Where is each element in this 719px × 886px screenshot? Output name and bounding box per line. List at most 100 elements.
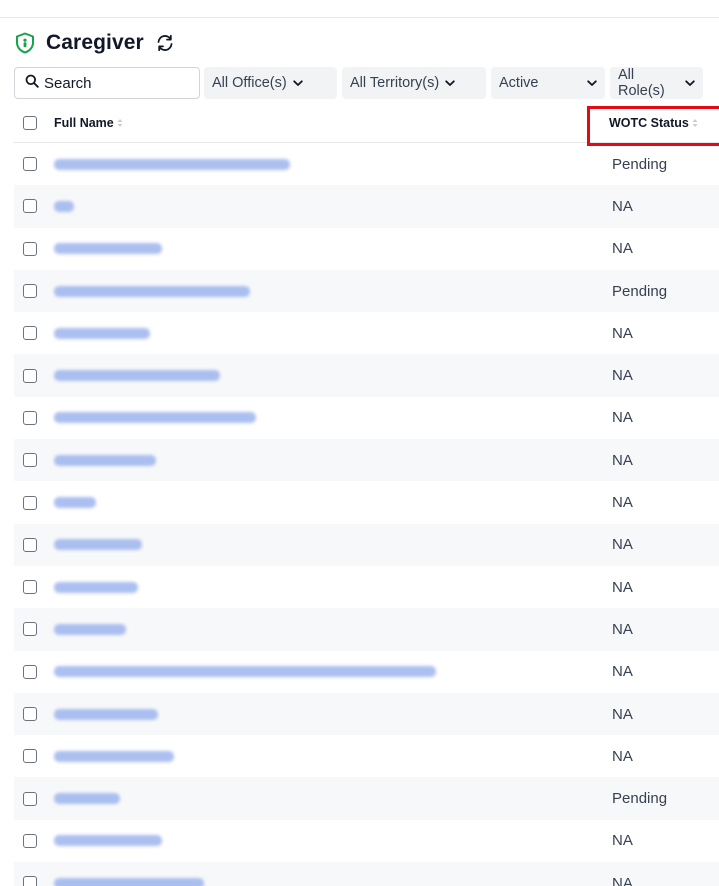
top-strip <box>0 0 719 18</box>
wotc-status-cell: NA <box>612 705 633 723</box>
row-checkbox[interactable] <box>23 284 37 299</box>
status-filter-label: Active <box>499 75 539 91</box>
row-checkbox[interactable] <box>23 368 37 383</box>
table-row: NA <box>14 692 719 736</box>
page-header: Caregiver <box>14 28 176 58</box>
role-filter-label: All Role(s) <box>618 67 665 99</box>
redacted-text <box>54 497 96 509</box>
table-row: Pending <box>14 777 719 820</box>
caregiver-name-link-redacted[interactable] <box>54 326 150 340</box>
wotc-status-cell: NA <box>612 451 633 469</box>
redacted-text <box>54 412 256 424</box>
caregiver-name-link-redacted[interactable] <box>54 792 120 806</box>
status-filter-select[interactable]: Active <box>491 67 605 99</box>
wotc-status-cell: NA <box>612 874 633 886</box>
search-placeholder: Search <box>44 74 92 92</box>
wotc-status-cell: NA <box>612 578 633 596</box>
chevron-down-icon <box>445 79 455 87</box>
sort-icon <box>117 118 123 128</box>
redacted-text <box>54 200 74 212</box>
row-checkbox[interactable] <box>23 410 37 425</box>
caregiver-name-link-redacted[interactable] <box>54 665 436 679</box>
wotc-status-cell: NA <box>612 536 633 554</box>
column-header-label: WOTC Status <box>609 115 689 130</box>
select-all-checkbox[interactable] <box>23 115 37 130</box>
wotc-status-cell: Pending <box>612 790 668 808</box>
row-checkbox[interactable] <box>23 833 37 848</box>
row-checkbox[interactable] <box>23 876 37 886</box>
office-filter-dropdown[interactable]: All Office(s) <box>204 67 337 99</box>
table-row: NA <box>14 566 719 608</box>
column-header-wotc-status[interactable]: WOTC Status <box>609 116 698 130</box>
table-row: NA <box>14 312 719 354</box>
redacted-text <box>54 539 142 551</box>
row-checkbox[interactable] <box>23 157 37 172</box>
caregiver-name-link-redacted[interactable] <box>54 622 126 636</box>
wotc-status-cell: NA <box>612 663 633 681</box>
table-row: Pending <box>14 143 719 185</box>
row-checkbox[interactable] <box>23 453 37 468</box>
chevron-down-icon <box>685 79 695 87</box>
caregiver-name-link-redacted[interactable] <box>54 834 162 848</box>
shield-icon <box>14 31 36 55</box>
redacted-text <box>54 835 162 847</box>
caregiver-name-link-redacted[interactable] <box>54 242 162 256</box>
caregiver-name-link-redacted[interactable] <box>54 496 96 510</box>
redacted-text <box>54 623 126 635</box>
table-row: NA <box>14 862 719 886</box>
row-checkbox[interactable] <box>23 749 37 764</box>
search-input[interactable]: Search <box>14 67 200 99</box>
table-row: NA <box>14 228 719 270</box>
caregiver-name-link-redacted[interactable] <box>54 453 156 467</box>
redacted-text <box>54 581 138 593</box>
refresh-icon[interactable] <box>154 32 176 54</box>
caregiver-name-link-redacted[interactable] <box>54 749 174 763</box>
caregiver-name-link-redacted[interactable] <box>54 284 250 298</box>
redacted-text <box>54 158 290 170</box>
redacted-text <box>54 327 150 339</box>
row-checkbox[interactable] <box>23 537 37 552</box>
row-checkbox[interactable] <box>23 622 37 637</box>
territory-filter-label: All Territory(s) <box>350 75 440 91</box>
caregiver-name-link-redacted[interactable] <box>54 157 290 171</box>
territory-filter-dropdown[interactable]: All Territory(s) <box>342 67 486 99</box>
caregiver-name-link-redacted[interactable] <box>54 707 158 721</box>
wotc-status-cell: NA <box>612 747 633 765</box>
column-header-full-name[interactable]: Full Name <box>54 116 123 130</box>
table-row: NA <box>14 735 719 777</box>
caregiver-name-link-redacted[interactable] <box>54 411 256 425</box>
table-row: NA <box>14 651 719 693</box>
wotc-status-cell: NA <box>612 494 633 512</box>
table-row: NA <box>14 820 719 862</box>
page-title: Caregiver <box>46 31 144 54</box>
caregiver-name-link-redacted[interactable] <box>54 538 142 552</box>
role-filter-dropdown[interactable]: All Role(s) <box>610 67 703 99</box>
caregiver-name-link-redacted[interactable] <box>54 199 74 213</box>
row-checkbox[interactable] <box>23 241 37 256</box>
caregiver-name-link-redacted[interactable] <box>54 580 138 594</box>
search-icon <box>25 74 39 93</box>
redacted-text <box>54 243 162 255</box>
row-checkbox[interactable] <box>23 791 37 806</box>
row-checkbox[interactable] <box>23 326 37 341</box>
redacted-text <box>54 370 220 382</box>
row-checkbox[interactable] <box>23 707 37 721</box>
redacted-text <box>54 666 436 678</box>
row-checkbox[interactable] <box>23 580 37 595</box>
row-checkbox[interactable] <box>23 495 37 510</box>
row-checkbox[interactable] <box>23 199 37 214</box>
table-row: NA <box>14 397 719 439</box>
chevron-down-icon <box>587 79 597 87</box>
table-body: Pending NA NA Pending NA NA NA NA NA NA NA NA NA NA NA… <box>14 143 719 886</box>
table-row: Pending <box>14 269 719 313</box>
sort-icon <box>692 118 698 128</box>
redacted-text <box>54 793 120 805</box>
table-row: NA <box>14 354 719 397</box>
redacted-text <box>54 877 204 886</box>
table-row: NA <box>14 523 719 566</box>
caregiver-name-link-redacted[interactable] <box>54 369 220 383</box>
wotc-status-cell: Pending <box>612 282 668 300</box>
redacted-text <box>54 454 156 466</box>
caregiver-name-link-redacted[interactable] <box>54 876 204 886</box>
row-checkbox[interactable] <box>23 664 37 679</box>
